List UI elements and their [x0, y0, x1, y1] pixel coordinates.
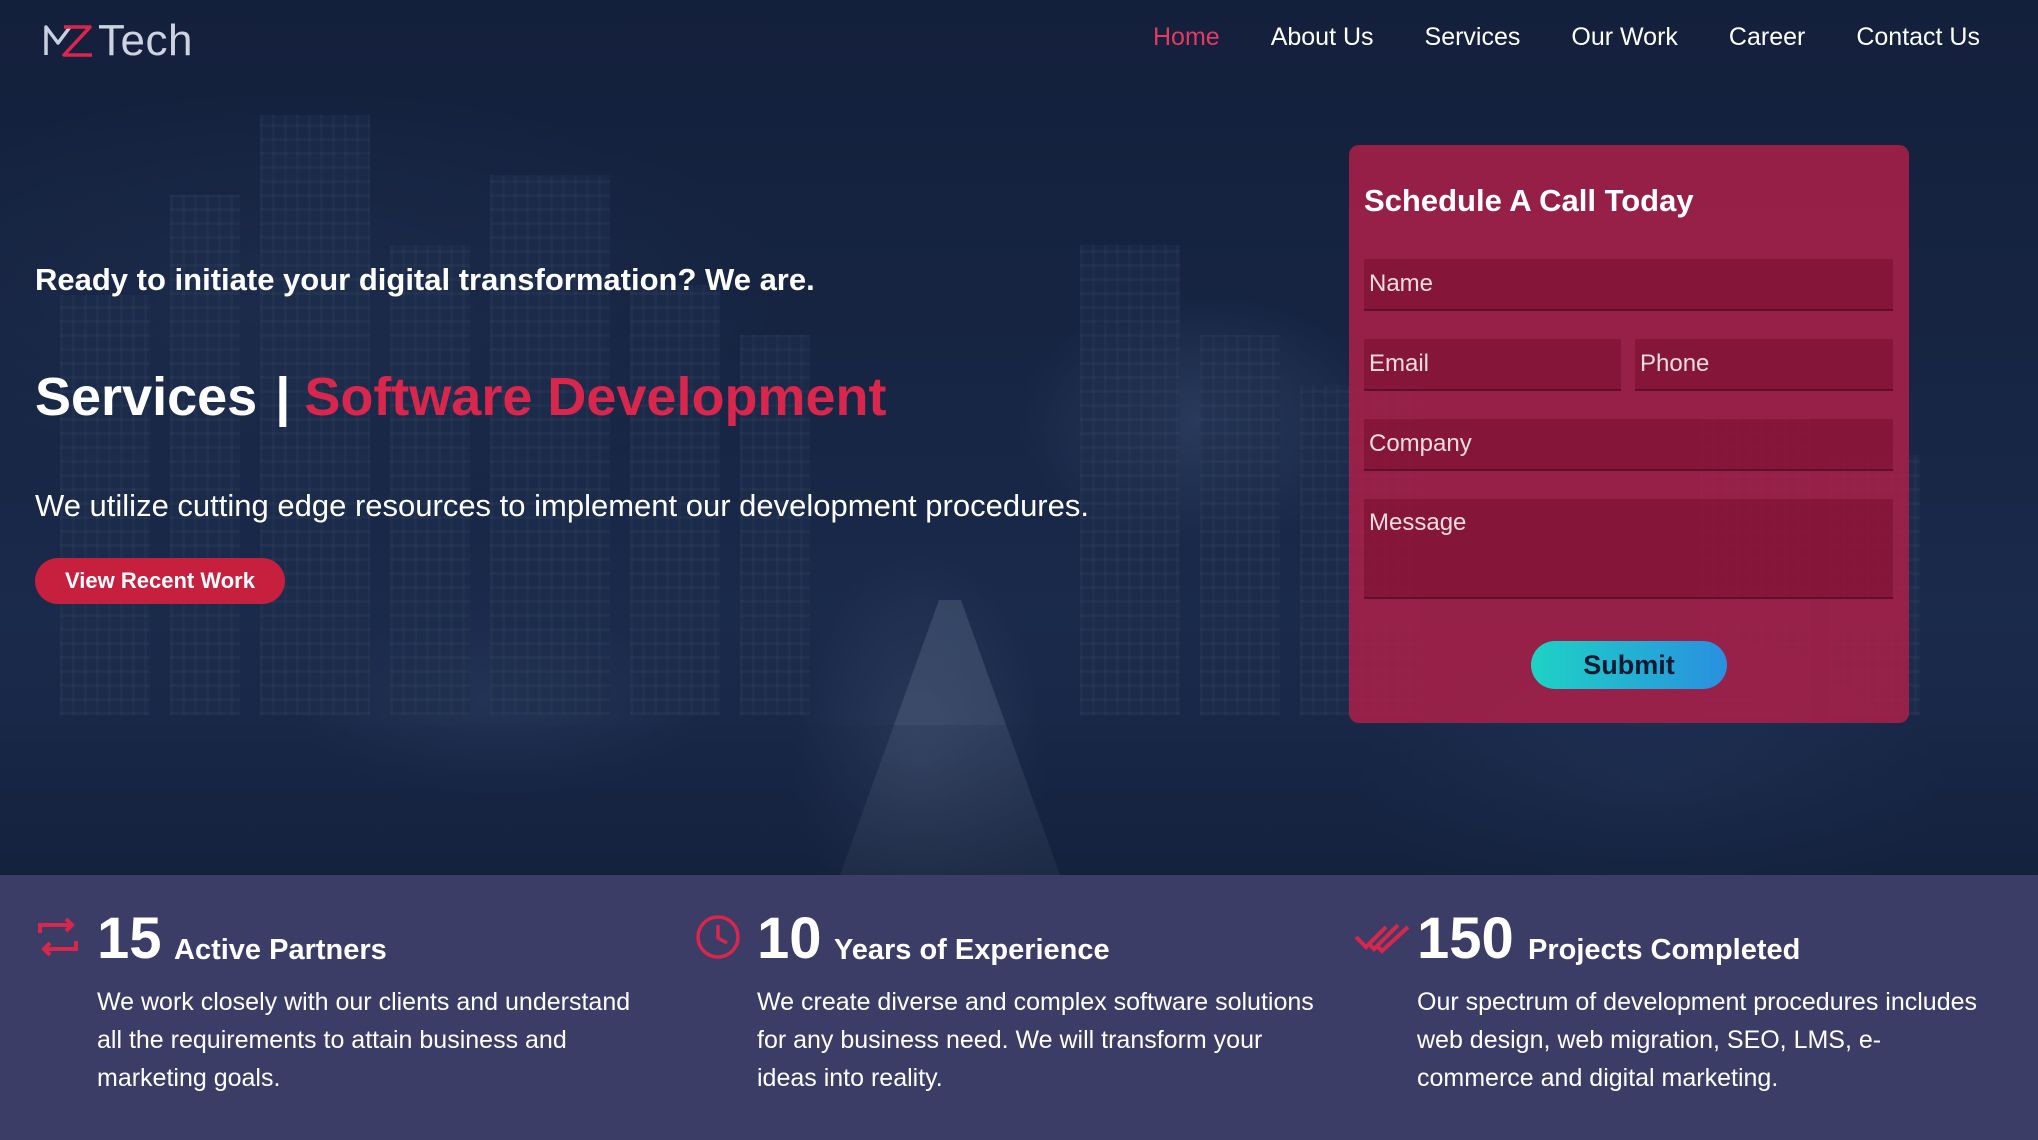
main-navigation: Home About Us Services Our Work Career C… — [1153, 18, 1980, 56]
top-navbar: Tech Home About Us Services Our Work Car… — [0, 0, 2038, 80]
stat-label: Projects Completed — [1528, 934, 1801, 966]
stat-description: We create diverse and complex software s… — [757, 988, 1314, 1092]
logo-text: Tech — [98, 16, 193, 65]
nav-contact-us[interactable]: Contact Us — [1856, 18, 1980, 56]
form-title: Schedule A Call Today — [1364, 183, 1694, 218]
nav-about-us[interactable]: About Us — [1271, 18, 1374, 56]
heading-accent: Software Development — [304, 367, 887, 427]
view-recent-work-button[interactable]: View Recent Work — [35, 558, 285, 604]
hero-tagline: Ready to initiate your digital transform… — [35, 262, 815, 297]
company-input[interactable] — [1364, 419, 1893, 471]
schedule-call-form: Schedule A Call Today Submit — [1349, 145, 1909, 723]
stat-label: Years of Experience — [834, 934, 1110, 966]
mz-logo-mark-icon — [44, 25, 92, 57]
nav-our-work[interactable]: Our Work — [1571, 18, 1678, 56]
stats-section: 15 Active Partners We work closely with … — [0, 875, 2038, 1140]
nav-career[interactable]: Career — [1729, 18, 1805, 56]
site-logo[interactable]: Tech — [42, 16, 193, 66]
phone-input[interactable] — [1635, 339, 1893, 391]
stat-description: We work closely with our clients and und… — [97, 988, 631, 1092]
stat-number: 10 — [757, 906, 822, 971]
heading-main: Services — [35, 367, 258, 427]
stat-number: 150 — [1417, 906, 1514, 971]
stat-label: Active Partners — [174, 934, 387, 966]
name-input[interactable] — [1364, 259, 1893, 311]
repeat-icon — [38, 917, 78, 957]
nav-services[interactable]: Services — [1425, 18, 1521, 56]
double-check-icon — [1354, 923, 1410, 954]
message-textarea[interactable] — [1364, 499, 1893, 599]
submit-button[interactable]: Submit — [1531, 641, 1727, 689]
nav-home[interactable]: Home — [1153, 18, 1220, 56]
stat-number: 15 — [97, 906, 162, 971]
clock-icon — [696, 915, 740, 959]
hero-heading: Services | Software Development — [35, 366, 886, 428]
email-input[interactable] — [1364, 339, 1621, 391]
heading-separator: | — [275, 367, 291, 427]
stat-description: Our spectrum of development procedures i… — [1417, 988, 1978, 1092]
hero-subtext: We utilize cutting edge resources to imp… — [35, 488, 1089, 523]
